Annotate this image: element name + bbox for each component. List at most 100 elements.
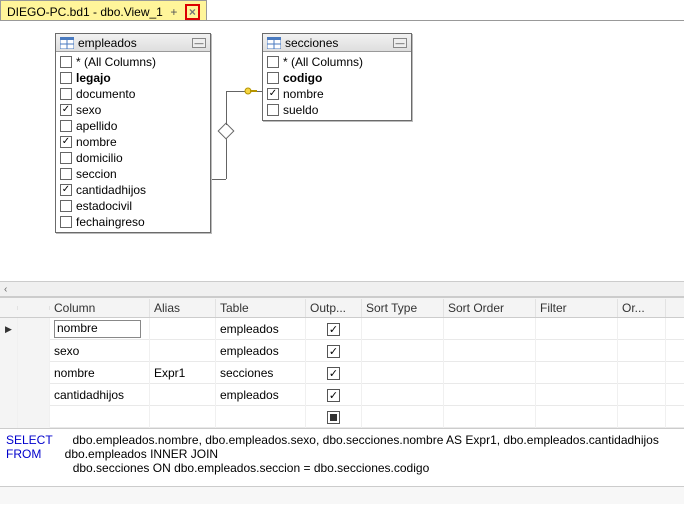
grid-cell[interactable] (618, 362, 666, 384)
row-selector[interactable] (18, 406, 50, 428)
column-cell[interactable] (50, 406, 150, 428)
grid-cell[interactable] (362, 318, 444, 340)
col-header-filter[interactable]: Filter (536, 299, 618, 317)
output-checkbox[interactable] (327, 411, 340, 424)
output-cell[interactable] (306, 384, 362, 406)
grid-cell[interactable] (536, 318, 618, 340)
output-checkbox[interactable] (327, 323, 340, 336)
output-cell[interactable] (306, 318, 362, 340)
table-cell[interactable]: secciones (216, 362, 306, 384)
table-cell[interactable] (216, 406, 306, 428)
col-header-output[interactable]: Outp... (306, 299, 362, 317)
col-header-or[interactable]: Or... (618, 299, 666, 317)
table-header[interactable]: secciones — (263, 34, 411, 52)
field-row[interactable]: * (All Columns) (267, 54, 407, 70)
grid-row[interactable]: sexo empleados (0, 340, 684, 362)
col-header-sortorder[interactable]: Sort Order (444, 299, 536, 317)
active-tab[interactable]: DIEGO-PC.bd1 - dbo.View_1 + × (0, 0, 207, 20)
grid-cell[interactable] (618, 318, 666, 340)
grid-cell[interactable] (362, 362, 444, 384)
alias-cell[interactable] (150, 318, 216, 340)
table-menu-icon[interactable]: — (393, 38, 407, 48)
column-cell[interactable]: cantidadhijos (50, 384, 150, 406)
output-cell[interactable] (306, 340, 362, 362)
alias-cell[interactable] (150, 340, 216, 362)
field-row[interactable]: legajo (60, 70, 206, 86)
field-row[interactable]: estadocivil (60, 198, 206, 214)
column-cell[interactable]: sexo (50, 340, 150, 362)
table-secciones[interactable]: secciones — * (All Columns)codigonombres… (262, 33, 412, 121)
sql-pane[interactable]: SELECT dbo.empleados.nombre, dbo.emplead… (0, 428, 684, 486)
grid-cell[interactable] (362, 340, 444, 362)
row-selector[interactable] (18, 384, 50, 406)
grid-cell[interactable] (444, 318, 536, 340)
output-checkbox[interactable] (327, 345, 340, 358)
grid-cell[interactable] (618, 340, 666, 362)
alias-cell[interactable] (150, 406, 216, 428)
grid-cell[interactable] (362, 384, 444, 406)
row-selector[interactable] (18, 340, 50, 362)
table-cell[interactable]: empleados (216, 384, 306, 406)
diagram-pane[interactable]: empleados — * (All Columns)legajodocumen… (0, 21, 684, 281)
grid-row[interactable]: ▶nombreempleados (0, 318, 684, 340)
field-checkbox[interactable] (60, 216, 72, 228)
grid-row[interactable] (0, 406, 684, 428)
grid-cell[interactable] (444, 362, 536, 384)
field-row[interactable]: apellido (60, 118, 206, 134)
field-checkbox[interactable] (267, 72, 279, 84)
column-cell-editing[interactable]: nombre (54, 320, 141, 338)
table-cell[interactable]: empleados (216, 340, 306, 362)
field-checkbox[interactable] (267, 56, 279, 68)
diagram-hscroll[interactable]: ‹ (0, 281, 684, 297)
field-checkbox[interactable] (60, 184, 72, 196)
grid-cell[interactable] (536, 406, 618, 428)
output-checkbox[interactable] (327, 389, 340, 402)
field-checkbox[interactable] (60, 88, 72, 100)
field-row[interactable]: nombre (60, 134, 206, 150)
grid-cell[interactable] (444, 406, 536, 428)
table-empleados[interactable]: empleados — * (All Columns)legajodocumen… (55, 33, 211, 233)
field-checkbox[interactable] (60, 104, 72, 116)
relation-diamond-icon[interactable] (218, 123, 235, 140)
col-header-alias[interactable]: Alias (150, 299, 216, 317)
grid-cell[interactable] (444, 384, 536, 406)
tab-plus-icon[interactable]: + (167, 5, 181, 19)
grid-cell[interactable] (362, 406, 444, 428)
field-checkbox[interactable] (60, 200, 72, 212)
field-checkbox[interactable] (267, 88, 279, 100)
alias-cell[interactable]: Expr1 (150, 362, 216, 384)
grid-cell[interactable] (618, 406, 666, 428)
field-checkbox[interactable] (60, 72, 72, 84)
alias-cell[interactable] (150, 384, 216, 406)
col-header-column[interactable]: Column (50, 299, 150, 317)
field-checkbox[interactable] (60, 152, 72, 164)
field-row[interactable]: documento (60, 86, 206, 102)
field-checkbox[interactable] (60, 120, 72, 132)
table-header[interactable]: empleados — (56, 34, 210, 52)
table-menu-icon[interactable]: — (192, 38, 206, 48)
field-row[interactable]: sueldo (267, 102, 407, 118)
field-row[interactable]: cantidadhijos (60, 182, 206, 198)
output-cell[interactable] (306, 406, 362, 428)
row-selector[interactable] (18, 318, 50, 340)
field-row[interactable]: * (All Columns) (60, 54, 206, 70)
column-cell[interactable]: nombre (50, 362, 150, 384)
field-row[interactable]: domicilio (60, 150, 206, 166)
close-icon[interactable]: × (189, 5, 196, 19)
field-row[interactable]: fechaingreso (60, 214, 206, 230)
scroll-left-icon[interactable]: ‹ (4, 284, 7, 295)
output-checkbox[interactable] (327, 367, 340, 380)
column-cell[interactable]: nombre (50, 318, 150, 340)
grid-row[interactable]: nombreExpr1secciones (0, 362, 684, 384)
row-selector[interactable] (18, 362, 50, 384)
field-checkbox[interactable] (267, 104, 279, 116)
grid-cell[interactable] (536, 384, 618, 406)
grid-cell[interactable] (536, 340, 618, 362)
grid-cell[interactable] (618, 384, 666, 406)
field-row[interactable]: sexo (60, 102, 206, 118)
field-checkbox[interactable] (60, 136, 72, 148)
grid-row[interactable]: cantidadhijos empleados (0, 384, 684, 406)
col-header-sorttype[interactable]: Sort Type (362, 299, 444, 317)
field-checkbox[interactable] (60, 56, 72, 68)
field-checkbox[interactable] (60, 168, 72, 180)
